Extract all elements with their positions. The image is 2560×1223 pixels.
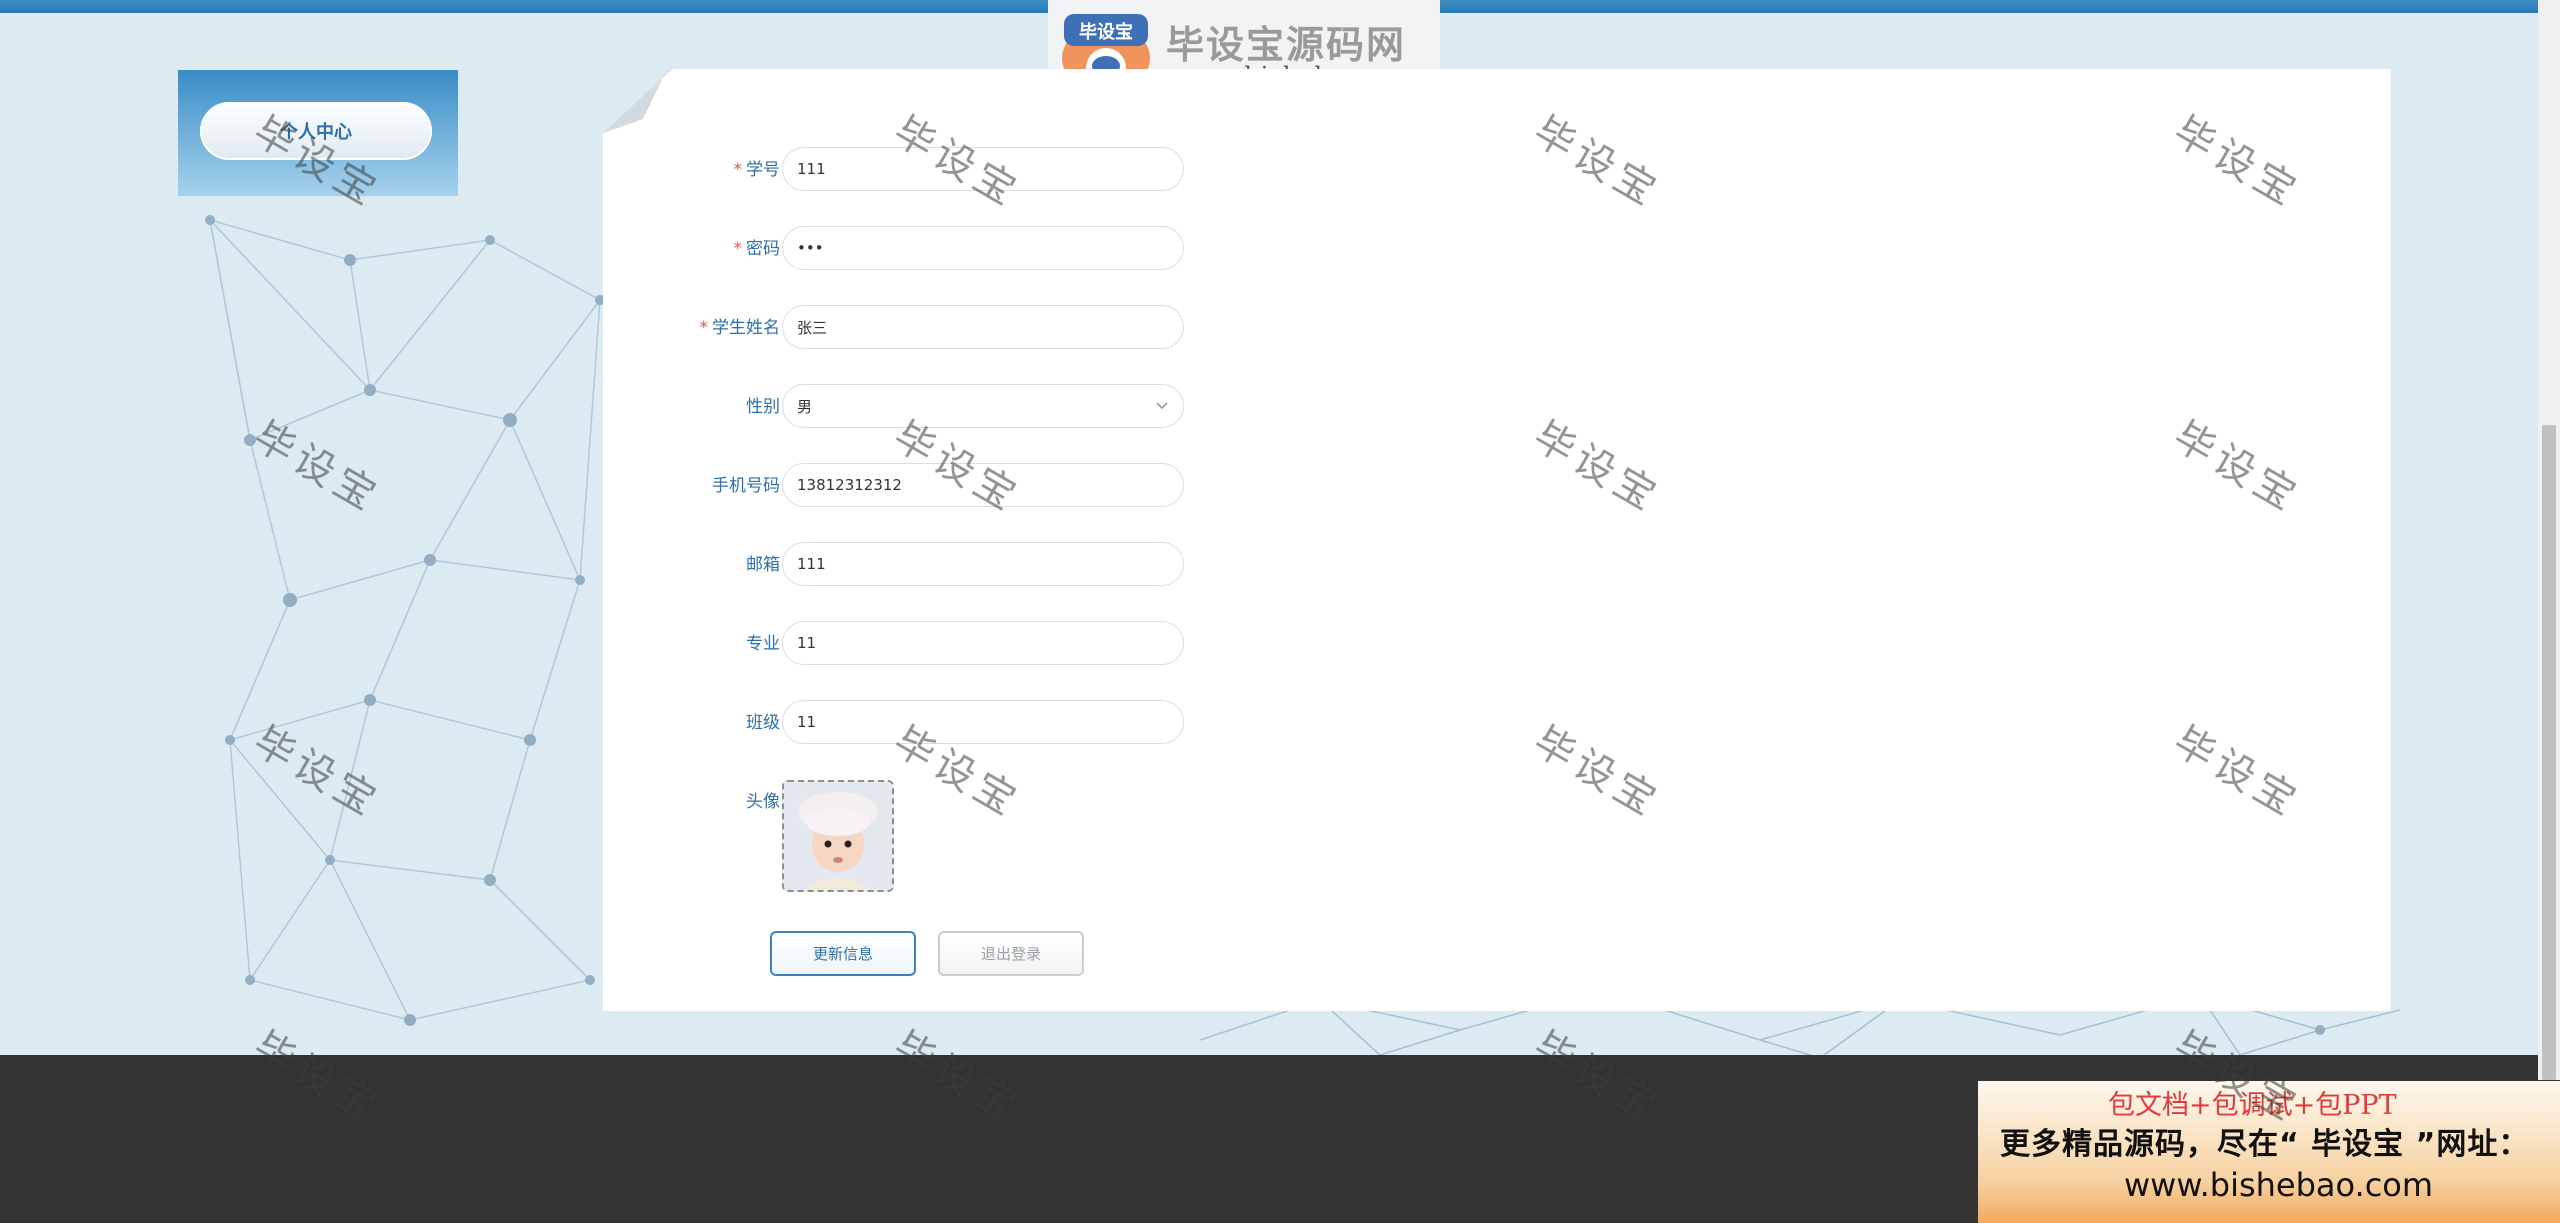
password-input[interactable]: ••• xyxy=(782,226,1184,270)
promo-banner[interactable]: 包文档+包调试+包PPT 更多精品源码，尽在“ 毕设宝 ”网址： www.bis… xyxy=(1978,1081,2560,1223)
page-fold-decoration xyxy=(603,69,673,133)
form-row-class: 班级 xyxy=(0,700,780,746)
student-name-input[interactable]: 张三 xyxy=(782,305,1184,349)
form-row-major: 专业 xyxy=(0,621,780,667)
field-label: 手机号码 xyxy=(712,476,780,496)
phone-input[interactable]: 13812312312 xyxy=(782,463,1184,507)
promo-line-2: 更多精品源码，尽在“ 毕设宝 ”网址： xyxy=(2000,1127,2530,1162)
field-label: * 学号 xyxy=(733,160,781,180)
student-id-input[interactable]: 111 xyxy=(782,147,1184,191)
field-label: 班级 xyxy=(746,713,780,733)
form-row-password: * 密码 xyxy=(0,226,781,272)
gender-select[interactable]: 男 xyxy=(782,384,1184,428)
promo-url: www.bishebao.com xyxy=(2124,1166,2434,1204)
field-label: 邮箱 xyxy=(746,555,780,575)
svg-text:毕设宝: 毕设宝 xyxy=(1079,21,1133,43)
major-input[interactable]: 11 xyxy=(782,621,1184,665)
field-label: * 密码 xyxy=(733,239,781,259)
field-label: * 学生姓名 xyxy=(699,318,781,338)
scrollbar-thumb[interactable] xyxy=(2542,425,2556,1080)
brand-name: 毕设宝源码网 xyxy=(1166,23,1407,67)
chevron-down-icon xyxy=(1156,402,1168,410)
update-info-label: 更新信息 xyxy=(812,945,873,963)
form-row-email: 邮箱 xyxy=(0,542,780,588)
form-row-gender: 性别 xyxy=(0,384,780,430)
avatar-image xyxy=(784,782,892,890)
avatar-upload[interactable] xyxy=(782,780,894,892)
form-row-avatar: 头像 xyxy=(0,779,780,825)
update-info-button[interactable]: 更新信息 xyxy=(770,931,916,976)
logout-button[interactable]: 退出登录 xyxy=(938,931,1084,976)
promo-line-1: 包文档+包调试+包PPT xyxy=(2108,1090,2397,1121)
field-label: 性别 xyxy=(746,397,780,417)
vertical-scrollbar[interactable] xyxy=(2538,0,2560,1080)
form-row-phone: 手机号码 xyxy=(0,463,780,509)
field-label: 头像 xyxy=(746,792,780,812)
field-label: 专业 xyxy=(746,634,780,654)
class-input[interactable]: 11 xyxy=(782,700,1184,744)
logout-label: 退出登录 xyxy=(980,945,1041,963)
sidebar-item-label: 个人中心 xyxy=(280,122,352,143)
form-row-student-id: * 学号 xyxy=(0,147,781,193)
form-row-student-name: * 学生姓名 xyxy=(0,305,781,351)
email-input[interactable]: 111 xyxy=(782,542,1184,586)
